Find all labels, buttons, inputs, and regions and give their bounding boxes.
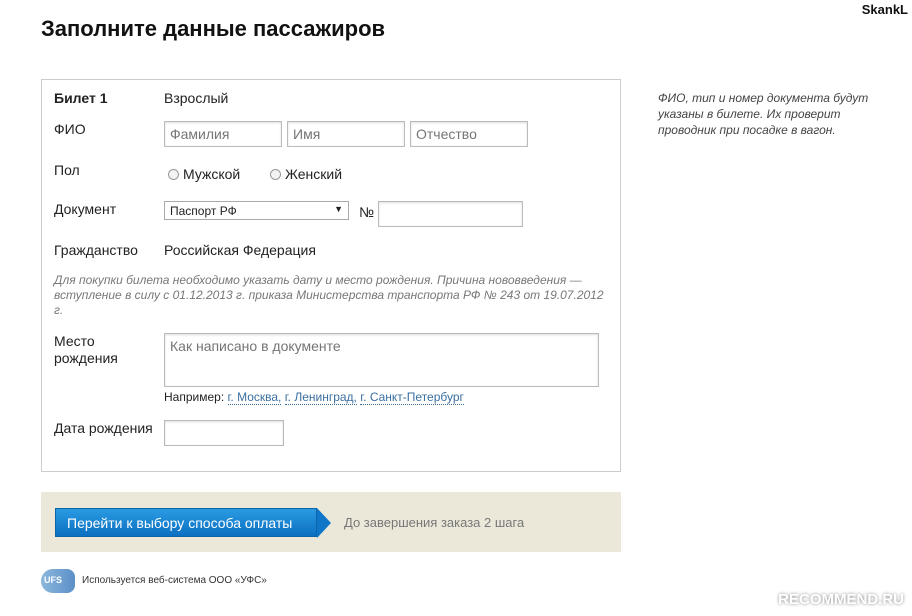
ufs-logo-icon: UFS (41, 569, 75, 593)
patronymic-input[interactable] (410, 121, 528, 147)
logo-text: UFS (44, 575, 62, 585)
gender-male-radio[interactable]: Мужской (168, 166, 240, 182)
gender-label: Пол (54, 162, 80, 178)
username[interactable]: SkankL (862, 2, 908, 17)
male-label: Мужской (183, 166, 241, 182)
birthdate-label: Дата рождения (54, 420, 153, 436)
birthplace-input[interactable] (164, 333, 599, 387)
surname-input[interactable] (164, 121, 282, 147)
gender-female-radio[interactable]: Женский (270, 166, 342, 182)
passenger-form: Билет 1 Взрослый ФИО Пол Мужской Женский… (41, 79, 621, 472)
example-spb[interactable]: г. Санкт-Петербург (360, 390, 464, 405)
fio-label: ФИО (54, 121, 86, 137)
document-type-select[interactable]: Паспорт РФ ▼ (164, 201, 349, 220)
citizenship-label: Гражданство (54, 242, 138, 258)
radio-icon (168, 169, 179, 180)
birthplace-label: Место рождения (54, 333, 118, 366)
steps-remaining: До завершения заказа 2 шага (344, 515, 525, 530)
document-number-input[interactable] (378, 201, 523, 227)
birth-data-notice: Для покупки билета необходимо указать да… (54, 273, 604, 317)
example-leningrad[interactable]: г. Ленинград, (284, 390, 357, 405)
birthplace-examples: Например: г. Москва, г. Ленинград, г. Са… (164, 390, 464, 405)
ticket-label: Билет 1 (54, 90, 108, 106)
female-label: Женский (285, 166, 343, 182)
dropdown-arrow-icon: ▼ (334, 204, 343, 214)
name-input[interactable] (287, 121, 405, 147)
document-label: Документ (54, 201, 117, 217)
watermark: RECOMMEND.RU (778, 591, 904, 608)
birthdate-input[interactable] (164, 420, 284, 446)
side-note: ФИО, тип и номер документа будут указаны… (658, 91, 869, 137)
ticket-type: Взрослый (164, 90, 229, 106)
document-number-label: № (359, 204, 375, 220)
example-moscow[interactable]: г. Москва, (227, 390, 282, 405)
action-bar: Перейти к выбору способа оплаты До завер… (41, 492, 621, 552)
footer-text: Используется веб-система ООО «УФС» (82, 575, 267, 586)
proceed-to-payment-button[interactable]: Перейти к выбору способа оплаты (55, 508, 331, 538)
document-type-value: Паспорт РФ (170, 204, 237, 218)
page-title: Заполните данные пассажиров (41, 16, 386, 41)
citizenship-value: Российская Федерация (164, 242, 316, 258)
example-label: Например: (164, 390, 225, 404)
radio-icon (270, 169, 281, 180)
